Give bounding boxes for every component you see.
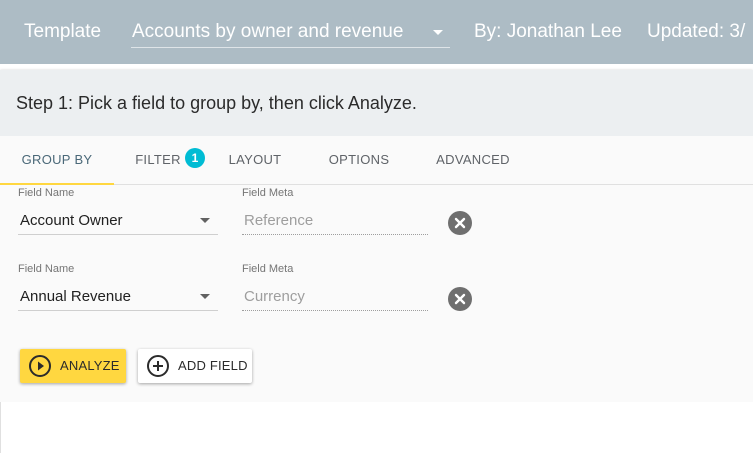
template-select-value: Accounts by owner and revenue xyxy=(132,21,404,42)
report-builder-card: Step 1: Pick a field to group by, then c… xyxy=(0,70,753,402)
tab-label: LAYOUT xyxy=(228,152,282,167)
field-name-label: Field Name xyxy=(18,263,75,275)
field-meta-label: Field Meta xyxy=(242,187,294,199)
updated-text: Updated: 3/ xyxy=(647,21,746,42)
chevron-down-icon xyxy=(200,294,210,299)
author-text: By: Jonathan Lee xyxy=(474,21,622,42)
play-circle-icon xyxy=(28,354,52,378)
tab-options[interactable]: OPTIONS xyxy=(322,136,396,184)
field-name-value: Annual Revenue xyxy=(20,288,131,305)
field-name-select[interactable]: Annual Revenue xyxy=(18,282,218,311)
tab-advanced[interactable]: ADVANCED xyxy=(430,136,516,184)
field-meta-value: Currency xyxy=(244,288,305,305)
step-instruction: Step 1: Pick a field to group by, then c… xyxy=(16,93,417,113)
add-field-label: ADD FIELD xyxy=(178,358,248,373)
analyze-label: ANALYZE xyxy=(60,358,120,373)
tab-layout[interactable]: LAYOUT xyxy=(222,136,288,184)
tab-bar: GROUP BY FILTER LAYOUT OPTIONS ADVANCED xyxy=(0,136,753,185)
add-circle-icon xyxy=(146,354,170,378)
add-field-button[interactable]: ADD FIELD xyxy=(138,349,252,383)
chevron-down-icon xyxy=(433,30,443,35)
tab-label: GROUP BY xyxy=(21,152,93,167)
field-meta-value: Reference xyxy=(244,212,314,229)
filter-count-badge: 1 xyxy=(185,148,205,168)
tab-group-by[interactable]: GROUP BY xyxy=(0,136,114,185)
chevron-down-icon xyxy=(200,218,210,223)
close-circle-icon[interactable] xyxy=(448,287,472,311)
results-area xyxy=(0,402,753,453)
field-meta-field: Reference xyxy=(242,206,428,235)
analyze-button[interactable]: ANALYZE xyxy=(20,349,126,383)
step-banner: Step 1: Pick a field to group by, then c… xyxy=(0,70,753,136)
field-meta-label: Field Meta xyxy=(242,263,294,275)
tab-filter[interactable]: FILTER xyxy=(132,136,184,184)
tab-label: ADVANCED xyxy=(436,152,510,167)
field-meta-field: Currency xyxy=(242,282,428,311)
tab-label: FILTER xyxy=(135,152,181,167)
field-name-value: Account Owner xyxy=(20,212,123,229)
field-name-label: Field Name xyxy=(18,187,75,199)
top-bar: Template Accounts by owner and revenue B… xyxy=(0,0,753,64)
field-name-select[interactable]: Account Owner xyxy=(18,206,218,235)
tab-label: OPTIONS xyxy=(328,152,390,167)
template-select[interactable]: Accounts by owner and revenue xyxy=(131,18,450,48)
close-circle-icon[interactable] xyxy=(448,211,472,235)
template-label: Template xyxy=(24,21,102,42)
